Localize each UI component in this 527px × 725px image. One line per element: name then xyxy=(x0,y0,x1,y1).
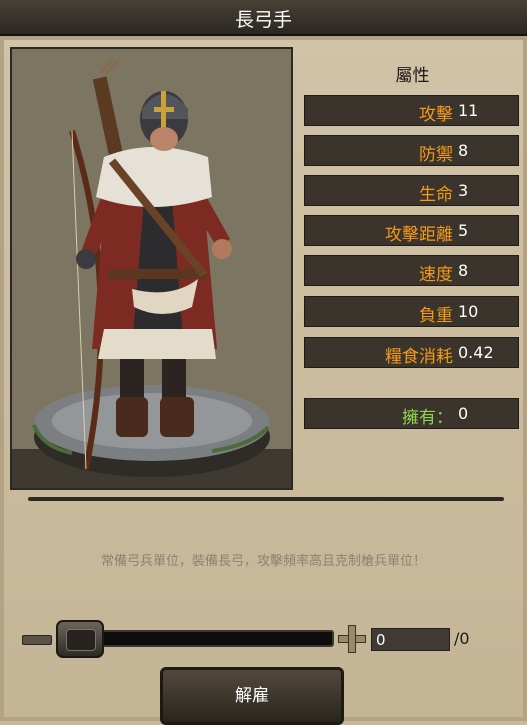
plus-icon-vertical xyxy=(348,625,356,653)
quantity-input[interactable] xyxy=(371,628,450,651)
dismiss-button[interactable]: 解雇 xyxy=(160,667,344,725)
unit-portrait xyxy=(10,47,293,490)
stat-value: 10 xyxy=(458,302,479,321)
stat-row-attack-range: 攻擊距離 5 xyxy=(304,215,519,246)
quantity-slider-handle[interactable] xyxy=(56,620,104,658)
stat-row-owned: 擁有： 0 xyxy=(304,398,519,429)
stat-row-speed: 速度 8 xyxy=(304,255,519,286)
stat-value: 8 xyxy=(458,141,469,160)
attributes-heading: 屬性 xyxy=(395,66,430,86)
window-title: 長弓手 xyxy=(234,9,292,31)
owned-value: 0 xyxy=(458,404,469,423)
stat-label: 速度 xyxy=(419,265,453,285)
increase-button[interactable] xyxy=(338,625,366,653)
stat-row-attack: 攻擊 11 xyxy=(304,95,519,126)
stat-row-health: 生命 3 xyxy=(304,175,519,206)
stat-row-defense: 防禦 8 xyxy=(304,135,519,166)
stat-label: 糧食消耗 xyxy=(385,347,453,367)
unit-description: 常備弓兵單位，裝備長弓，攻擊頻率高且克制槍兵單位！ xyxy=(100,554,426,569)
decrease-button[interactable] xyxy=(22,635,52,645)
stat-label: 防禦 xyxy=(419,145,453,165)
stat-label: 攻擊距離 xyxy=(385,225,453,245)
stat-label: 生命 xyxy=(419,185,453,205)
title-bar: 長弓手 xyxy=(0,0,527,36)
slider-handle-grip xyxy=(66,629,96,651)
stat-row-food-consumption: 糧食消耗 0.42 xyxy=(304,337,519,368)
stat-value: 3 xyxy=(458,181,469,200)
stat-label: 負重 xyxy=(419,306,453,326)
longbowman-portrait-image xyxy=(12,49,291,488)
owned-label: 擁有： xyxy=(402,408,453,428)
quantity-max: /0 xyxy=(454,629,470,648)
stat-value: 8 xyxy=(458,261,469,280)
stat-label: 攻擊 xyxy=(419,105,453,125)
stat-row-load: 負重 10 xyxy=(304,296,519,327)
portrait-divider xyxy=(28,497,504,501)
stat-value: 11 xyxy=(458,101,479,120)
stat-value: 5 xyxy=(458,221,469,240)
stat-value: 0.42 xyxy=(458,343,494,362)
